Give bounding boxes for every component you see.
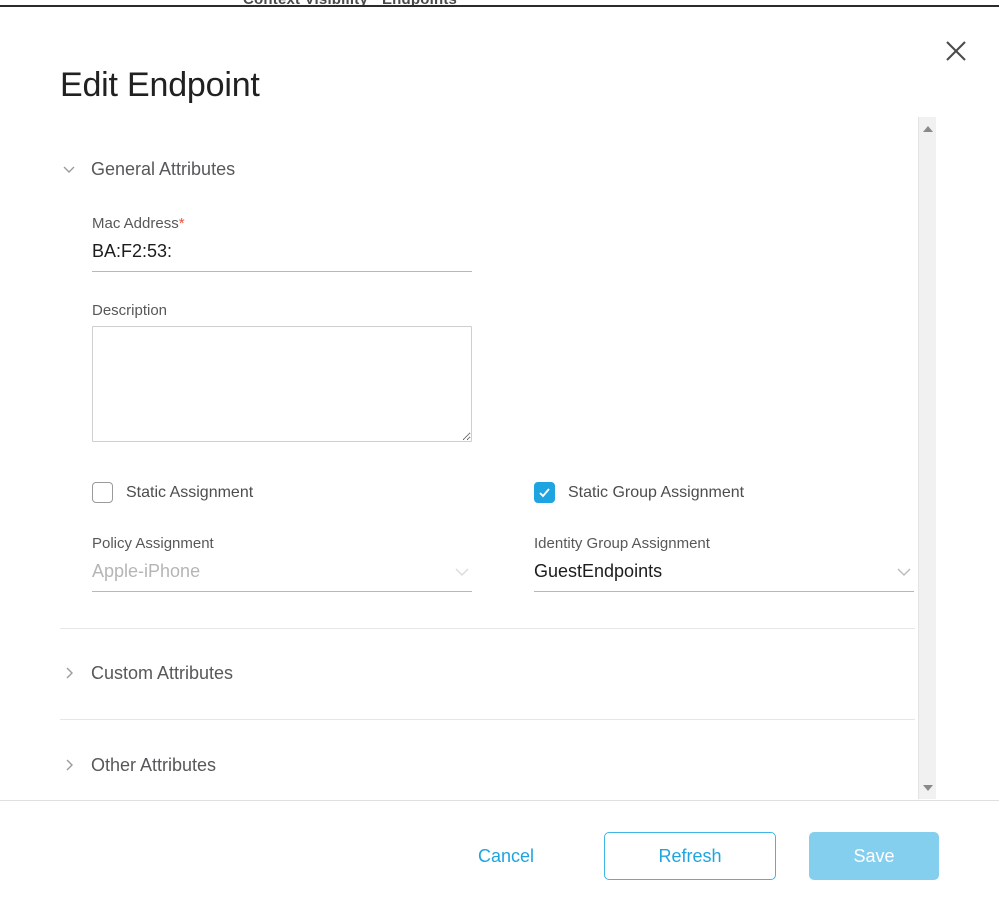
static-group-assignment-checkbox[interactable] xyxy=(534,482,555,503)
static-assignment-checkbox[interactable] xyxy=(92,482,113,503)
edit-endpoint-dialog: Edit Endpoint General Attributes Mac Add… xyxy=(0,9,999,911)
save-button[interactable]: Save xyxy=(809,832,939,880)
section-divider xyxy=(60,628,915,629)
triangle-down-icon xyxy=(922,784,933,791)
page-title: Edit Endpoint xyxy=(60,66,260,104)
close-icon[interactable] xyxy=(940,35,972,67)
section-divider xyxy=(60,719,915,720)
identity-group-assignment-label: Identity Group Assignment xyxy=(534,535,710,552)
description-label: Description xyxy=(92,302,168,319)
dialog-content: General Attributes Mac Address* Descript… xyxy=(0,117,918,799)
section-header-other-attributes[interactable]: Other Attributes xyxy=(60,754,216,776)
required-asterisk: * xyxy=(178,215,185,232)
policy-assignment-select[interactable]: Apple-iPhone xyxy=(92,559,472,592)
check-icon xyxy=(539,488,550,498)
scrollbar-down-arrow[interactable] xyxy=(919,779,936,796)
section-label-custom-attributes: Custom Attributes xyxy=(91,663,234,683)
section-label-other-attributes: Other Attributes xyxy=(91,755,217,775)
background-page-strip: Context Visibility · Endpoints xyxy=(0,0,999,9)
chevron-right-icon xyxy=(66,667,73,679)
cancel-button[interactable]: Cancel xyxy=(464,835,548,877)
identity-group-assignment-field-group: Identity Group Assignment GuestEndpoints xyxy=(534,535,914,592)
mac-address-field-group: Mac Address* xyxy=(92,215,472,272)
policy-assignment-value: Apple-iPhone xyxy=(92,561,201,581)
chevron-down-icon xyxy=(63,166,75,173)
dialog-scroll-region: General Attributes Mac Address* Descript… xyxy=(0,117,999,799)
description-textarea[interactable] xyxy=(92,326,472,442)
mac-address-label: Mac Address* xyxy=(92,215,472,233)
static-group-assignment-label: Static Group Assignment xyxy=(568,483,745,501)
chevron-down-icon xyxy=(897,568,911,577)
refresh-button[interactable]: Refresh xyxy=(604,832,776,880)
background-rule xyxy=(0,5,999,7)
section-header-custom-attributes[interactable]: Custom Attributes xyxy=(60,662,233,684)
vertical-scrollbar[interactable] xyxy=(918,117,936,799)
static-assignment-label: Static Assignment xyxy=(126,483,254,501)
mac-address-label-text: Mac Address xyxy=(92,215,179,232)
static-assignment-checkbox-row[interactable]: Static Assignment xyxy=(92,482,253,503)
identity-group-assignment-value: GuestEndpoints xyxy=(534,561,663,581)
close-glyph xyxy=(946,41,966,61)
scrollbar-up-arrow[interactable] xyxy=(919,120,936,137)
triangle-up-icon xyxy=(922,125,933,132)
mac-address-input[interactable] xyxy=(92,239,472,272)
description-field-group: Description xyxy=(92,302,472,442)
identity-group-assignment-select[interactable]: GuestEndpoints xyxy=(534,559,914,592)
section-header-general-attributes[interactable]: General Attributes xyxy=(60,158,235,180)
section-label-general-attributes: General Attributes xyxy=(91,159,236,179)
chevron-down-icon xyxy=(455,568,469,577)
policy-assignment-label: Policy Assignment xyxy=(92,535,214,552)
dialog-footer: Cancel Refresh Save xyxy=(0,801,999,911)
static-group-assignment-checkbox-row[interactable]: Static Group Assignment xyxy=(534,482,744,503)
policy-assignment-field-group: Policy Assignment Apple-iPhone xyxy=(92,535,472,592)
chevron-right-icon xyxy=(66,759,73,771)
